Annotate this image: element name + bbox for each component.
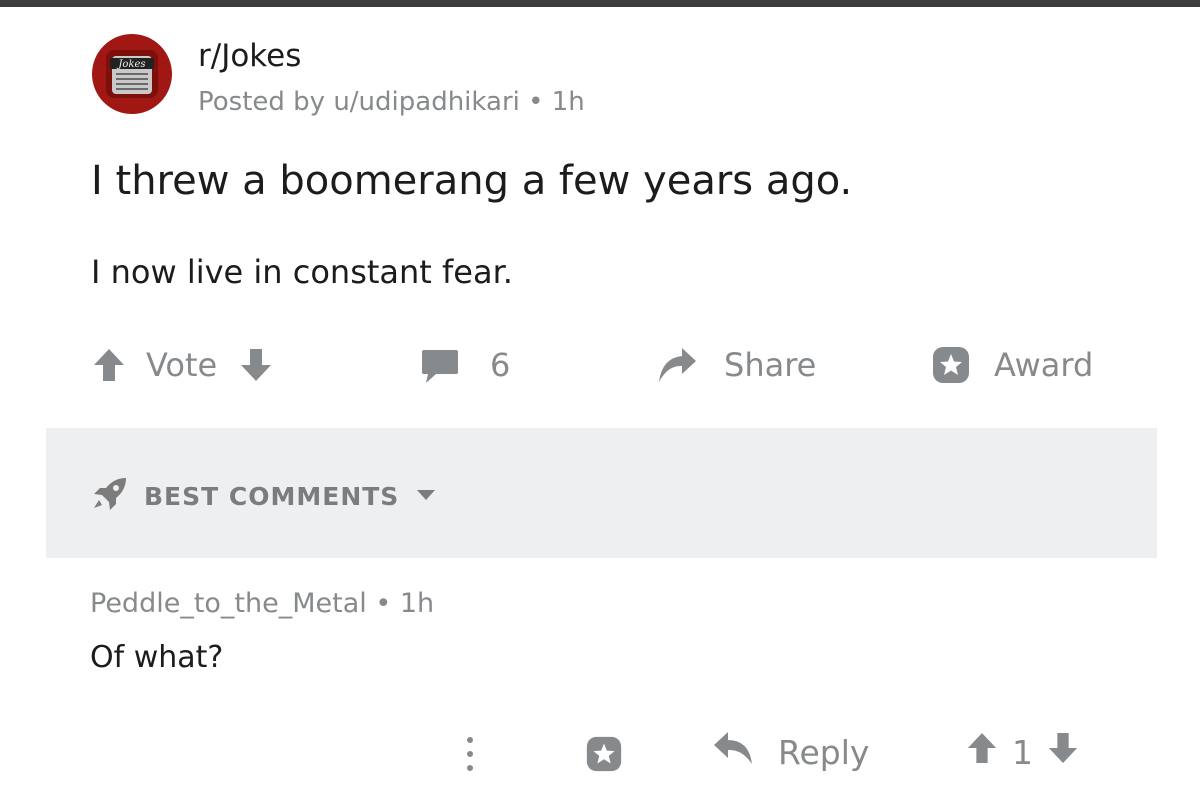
svg-text:Jokes: Jokes <box>116 59 145 70</box>
vote-control: Vote <box>92 340 273 390</box>
comment-body: Of what? <box>90 640 224 675</box>
top-bar <box>0 0 1200 7</box>
reply-button[interactable]: Reply <box>712 730 869 774</box>
share-arrow-icon <box>656 346 698 384</box>
comment-count: 6 <box>490 346 511 384</box>
post-title[interactable]: I threw a boomerang a few years ago. <box>91 158 852 204</box>
vote-label: Vote <box>146 346 218 384</box>
award-icon <box>930 344 972 386</box>
comment-bubble-icon <box>420 345 460 385</box>
reply-label: Reply <box>778 732 870 772</box>
post-meta: Posted by u/udipadhikari • 1h <box>198 87 585 117</box>
comment-sort-dropdown[interactable]: BEST COMMENTS <box>90 476 437 516</box>
award-button[interactable]: Award <box>930 340 1093 390</box>
rocket-icon <box>90 476 128 516</box>
upvote-icon[interactable] <box>92 347 126 383</box>
chevron-down-icon <box>415 487 437 506</box>
reply-icon <box>712 730 754 774</box>
post-body: I now live in constant fear. <box>91 253 513 291</box>
award-label: Award <box>994 346 1094 384</box>
comment-sort-bar: BEST COMMENTS <box>46 428 1157 558</box>
subreddit-avatar[interactable]: Jokes <box>92 34 172 114</box>
downvote-icon[interactable] <box>1047 730 1079 774</box>
comments-button[interactable]: 6 <box>420 340 510 390</box>
comment-vote-control: 1 <box>966 730 1079 774</box>
share-button[interactable]: Share <box>656 340 816 390</box>
share-label: Share <box>724 346 817 384</box>
subreddit-name[interactable]: r/Jokes <box>198 38 301 74</box>
more-vertical-icon[interactable] <box>464 735 476 777</box>
comment-award-icon[interactable] <box>584 734 624 778</box>
comment-meta[interactable]: Peddle_to_the_Metal • 1h <box>90 588 434 619</box>
downvote-icon[interactable] <box>239 347 273 383</box>
upvote-icon[interactable] <box>966 730 998 774</box>
comment-score: 1 <box>1012 732 1033 772</box>
sort-label: BEST COMMENTS <box>144 481 400 511</box>
